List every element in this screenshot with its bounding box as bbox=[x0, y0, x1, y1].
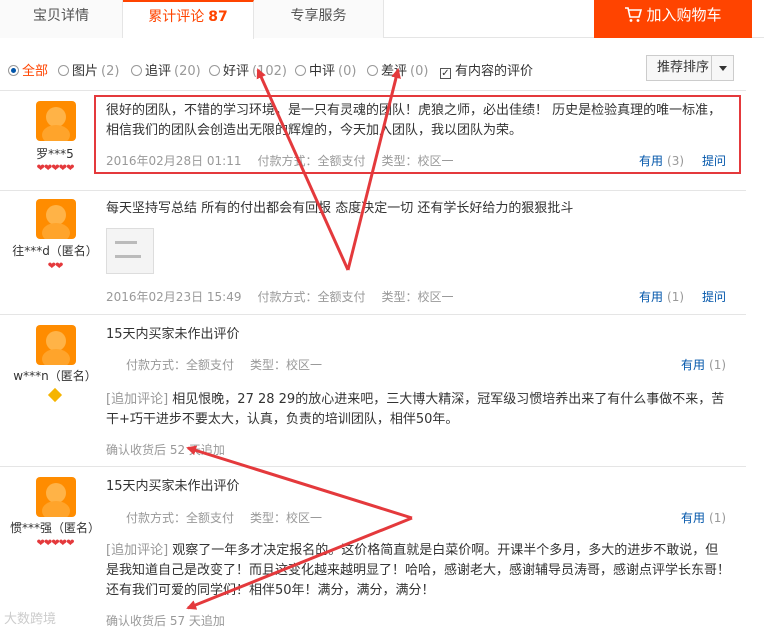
buyer-level-diamond-icon bbox=[47, 387, 63, 403]
filter-append-label: 追评 bbox=[145, 64, 172, 79]
filter-has-content[interactable]: ✓ 有内容的评价 bbox=[440, 60, 533, 79]
useful-count: (1) bbox=[709, 511, 727, 525]
filter-good[interactable]: 好评 (102) bbox=[209, 60, 287, 79]
append-review-tag: [追加评论] bbox=[106, 392, 169, 407]
useful-label: 有用 bbox=[681, 358, 706, 372]
useful-count: (1) bbox=[709, 358, 727, 372]
useful-count: (1) bbox=[667, 290, 685, 304]
tab-reviews-label: 累计评论 bbox=[148, 9, 205, 25]
useful-button[interactable]: 有用 (1) bbox=[681, 356, 726, 373]
ask-button[interactable]: 提问 bbox=[702, 288, 726, 305]
append-review-text: 观察了一年多才决定报名的。这价格简直就是白菜价啊。开课半个多月，多大的进步不敢说… bbox=[106, 543, 731, 598]
review-photo-thumbnail[interactable] bbox=[106, 228, 154, 274]
filter-pictures[interactable]: 图片 (2) bbox=[58, 60, 119, 79]
cart-icon bbox=[625, 7, 643, 22]
tab-service[interactable]: 专享服务 bbox=[254, 0, 384, 38]
avatar bbox=[36, 477, 76, 517]
add-to-cart-button[interactable]: 加入购物车 bbox=[594, 0, 752, 38]
review-meta: 付款方式：全额支付 类型：校区一 bbox=[126, 509, 338, 526]
append-review-tag: [追加评论] bbox=[106, 543, 169, 558]
filter-has-content-label: 有内容的评价 bbox=[455, 64, 534, 79]
filter-good-count: (102) bbox=[252, 64, 287, 79]
tab-service-label: 专享服务 bbox=[290, 8, 347, 24]
filter-all-label: 全部 bbox=[22, 64, 49, 79]
review-username: 惯***强（匿名） bbox=[9, 521, 100, 535]
review-text: 15天内买家未作出评价 bbox=[106, 327, 240, 342]
sort-dropdown[interactable]: 推荐排序 bbox=[646, 55, 734, 81]
review-meta: 付款方式：全额支付 类型：校区一 bbox=[126, 356, 338, 373]
useful-label: 有用 bbox=[681, 511, 706, 525]
filter-bad-count: (0) bbox=[410, 64, 429, 79]
review-meta: 2016年02月23日 15:49 付款方式：全额支付 类型：校区一 bbox=[106, 288, 470, 305]
review-filter-bar: 全部 图片 (2) 追评 (20) 好评 (102) 中评 (0) 差评 (0) ✓ 有内容… bbox=[0, 52, 746, 86]
tab-reviews[interactable]: 累计评论 87 bbox=[123, 0, 254, 39]
filter-append-count: (20) bbox=[174, 64, 201, 79]
useful-button[interactable]: 有用 (1) bbox=[639, 288, 684, 305]
review-pay: 付款方式：全额支付 bbox=[126, 358, 235, 372]
append-review-text: 相见恨晚，27 28 29的放心进来吧，三大博大精深，冠军级习惯培养出来了有什么… bbox=[106, 392, 725, 427]
chevron-down-icon bbox=[711, 56, 733, 80]
review-text: 每天坚持写总结 所有的付出都会有回报 态度决定一切 还有学长好给力的狠狠批斗 bbox=[106, 201, 574, 216]
useful-label: 有用 bbox=[639, 290, 664, 304]
radio-icon bbox=[295, 65, 306, 76]
radio-icon bbox=[209, 65, 220, 76]
filter-pictures-label: 图片 bbox=[72, 64, 99, 79]
review-type: 类型：校区一 bbox=[250, 511, 323, 525]
radio-icon bbox=[8, 65, 19, 76]
checkbox-checked-icon: ✓ bbox=[440, 68, 451, 79]
review-pay: 付款方式：全额支付 bbox=[257, 290, 366, 304]
filter-append[interactable]: 追评 (20) bbox=[131, 60, 201, 79]
append-timing: 确认收货后 57 天追加 bbox=[106, 614, 225, 628]
review-item: 惯***强（匿名） ❤❤❤❤❤ 15天内买家未作出评价 付款方式：全额支付 类型：… bbox=[0, 467, 746, 634]
watermark: 大数跨境 bbox=[4, 612, 57, 627]
useful-button[interactable]: 有用 (1) bbox=[681, 509, 726, 526]
radio-icon bbox=[367, 65, 378, 76]
radio-icon bbox=[131, 65, 142, 76]
buyer-level-hearts: ❤❤ bbox=[47, 261, 64, 272]
filter-pictures-count: (2) bbox=[101, 64, 120, 79]
append-timing: 确认收货后 52 天追加 bbox=[106, 443, 225, 457]
filter-bad[interactable]: 差评 (0) bbox=[367, 60, 428, 79]
buyer-level-hearts: ❤❤❤❤❤ bbox=[36, 538, 75, 549]
filter-all[interactable]: 全部 bbox=[8, 60, 48, 79]
filter-medium[interactable]: 中评 (0) bbox=[295, 60, 356, 79]
radio-icon bbox=[58, 65, 69, 76]
filter-medium-label: 中评 bbox=[309, 64, 336, 79]
tab-reviews-count: 87 bbox=[208, 9, 228, 25]
review-date: 2016年02月23日 15:49 bbox=[106, 290, 242, 304]
review-username: w***n（匿名） bbox=[13, 369, 97, 383]
avatar bbox=[36, 199, 76, 239]
tab-details-label: 宝贝详情 bbox=[33, 8, 89, 24]
review-pay: 付款方式：全额支付 bbox=[126, 511, 235, 525]
review-item: w***n（匿名） 15天内买家未作出评价 付款方式：全额支付 类型：校区一 有用… bbox=[0, 315, 746, 467]
review-username: 往***d（匿名） bbox=[12, 244, 98, 258]
tab-bar: 宝贝详情 累计评论 87 专享服务 加入购物车 bbox=[0, 0, 764, 39]
review-type: 类型：校区一 bbox=[381, 290, 454, 304]
sort-dropdown-label: 推荐排序 bbox=[657, 60, 710, 75]
avatar bbox=[36, 325, 76, 365]
append-review: [追加评论] 观察了一年多才决定报名的。这价格简直就是白菜价啊。开课半个多月，多… bbox=[106, 541, 730, 601]
add-to-cart-label: 加入购物车 bbox=[646, 6, 722, 24]
filter-medium-count: (0) bbox=[338, 64, 357, 79]
filter-bad-label: 差评 bbox=[381, 64, 408, 79]
review-item: 往***d（匿名） ❤❤ 每天坚持写总结 所有的付出都会有回报 态度决定一切 还… bbox=[0, 191, 746, 315]
annotation-highlight-box bbox=[94, 95, 741, 174]
review-type: 类型：校区一 bbox=[250, 358, 323, 372]
review-text: 15天内买家未作出评价 bbox=[106, 479, 240, 494]
append-review: [追加评论] 相见恨晚，27 28 29的放心进来吧，三大博大精深，冠军级习惯培… bbox=[106, 390, 730, 430]
filter-good-label: 好评 bbox=[223, 64, 250, 79]
avatar bbox=[36, 101, 76, 141]
tab-details[interactable]: 宝贝详情 bbox=[0, 0, 123, 38]
